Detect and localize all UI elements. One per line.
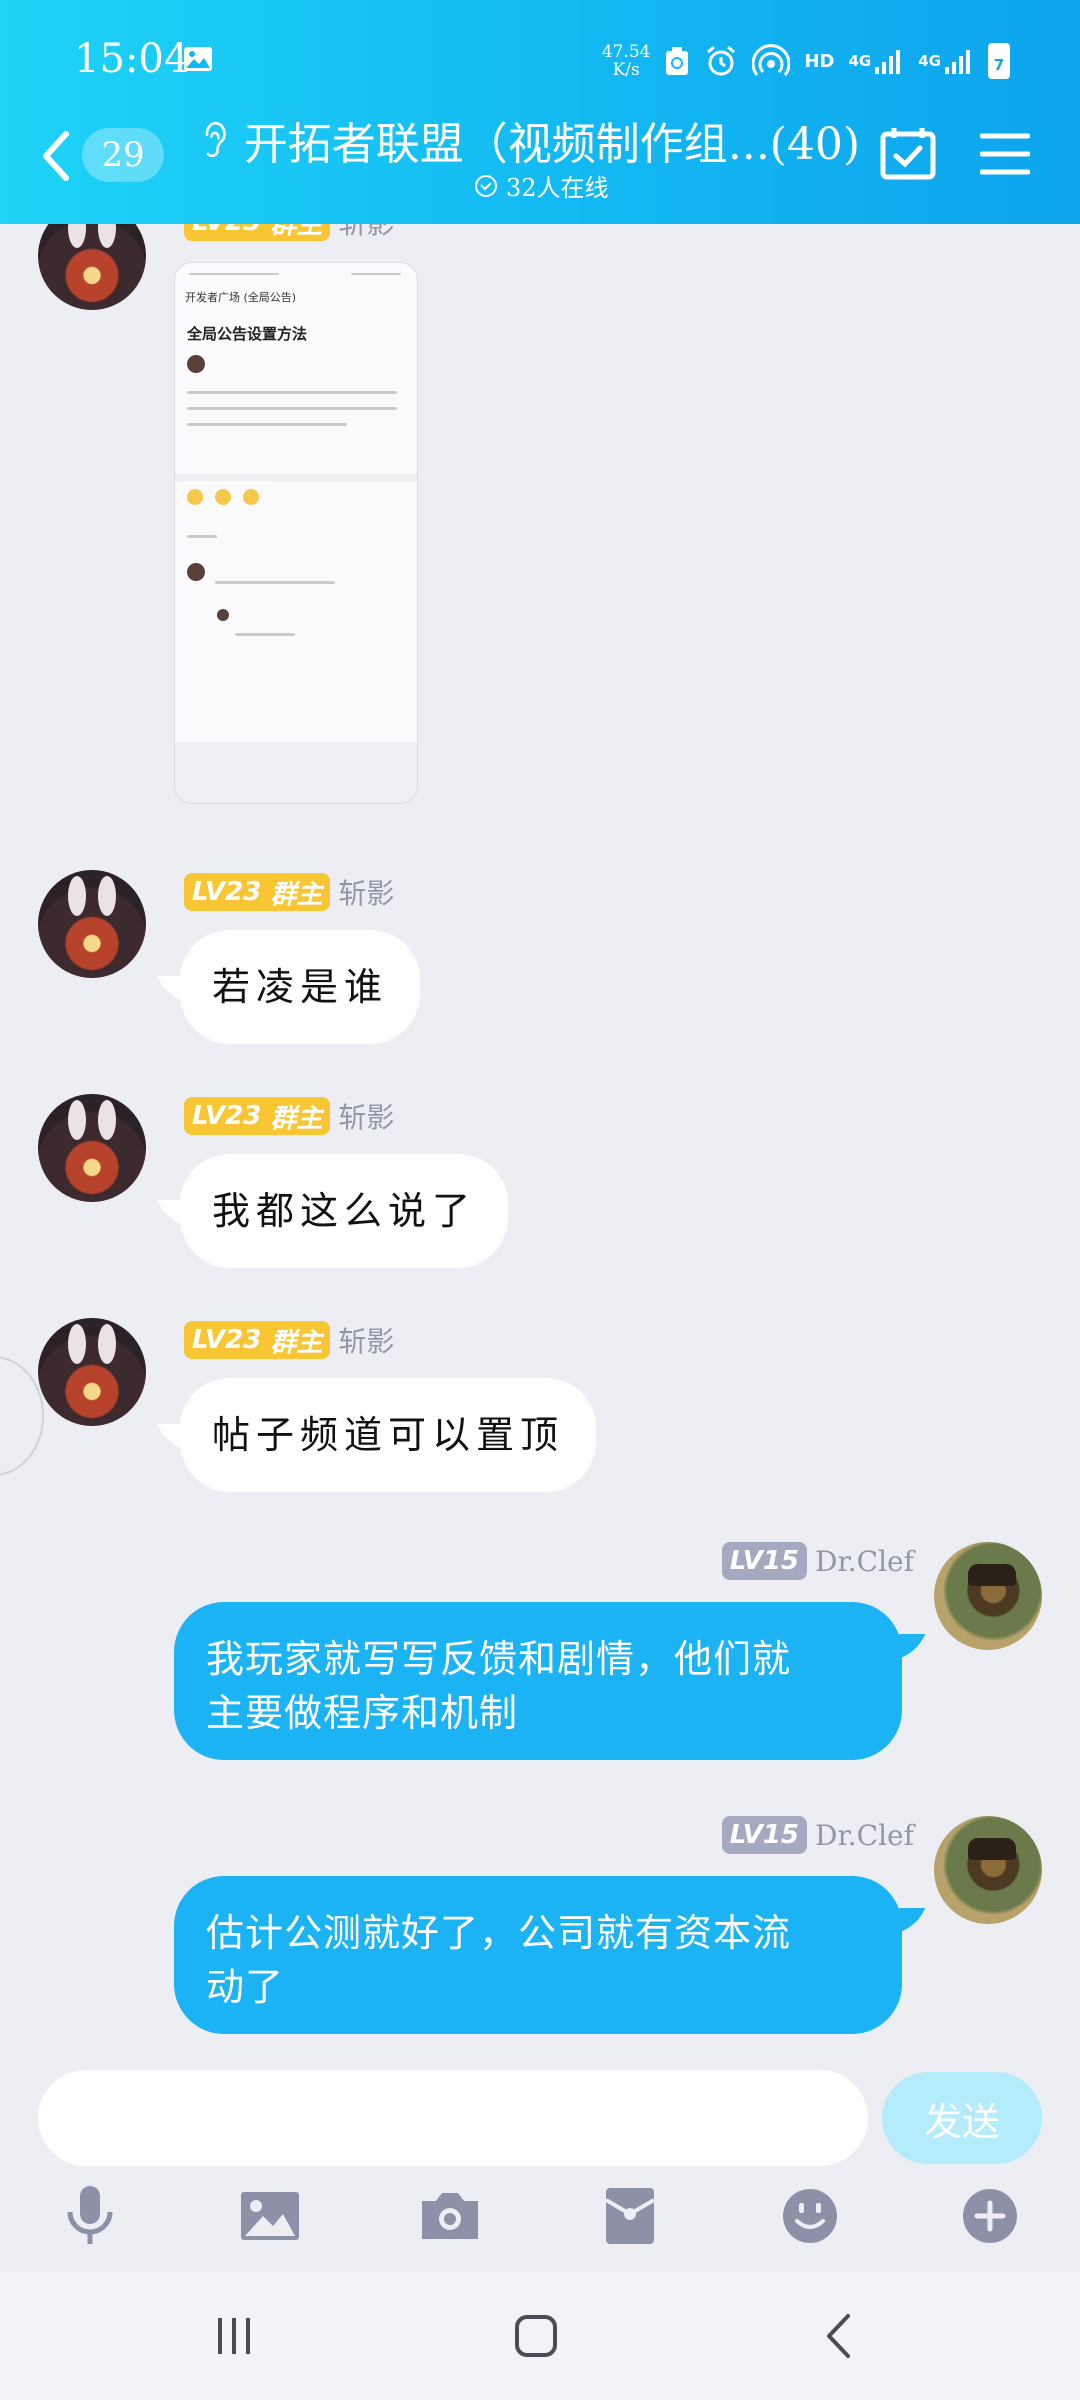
microphone-icon — [67, 2186, 113, 2244]
emoji-button[interactable] — [774, 2180, 846, 2252]
hotspot-icon — [752, 44, 791, 78]
message-image: LV23 群主 斩影 开发者广场 (全局公告) 全局公告设置方法 — [0, 224, 1080, 834]
sender-row: LV23 群主 斩影 — [184, 1320, 394, 1360]
more-button[interactable] — [954, 2180, 1026, 2252]
level-badge: LV23 群主 — [184, 224, 331, 241]
avatar[interactable] — [934, 1816, 1042, 1924]
hamburger-menu-icon — [979, 133, 1031, 175]
menu-button[interactable] — [979, 132, 1031, 180]
shot-title: 全局公告设置方法 — [187, 325, 308, 343]
avatar[interactable] — [934, 1542, 1042, 1650]
message-input[interactable] — [38, 2070, 868, 2166]
avatar[interactable] — [38, 1318, 146, 1426]
signal-icon-2: 4G — [918, 47, 974, 75]
avatar[interactable] — [38, 224, 146, 310]
plus-icon — [963, 2189, 1017, 2243]
status-time: 15:04 — [74, 36, 190, 82]
chevron-left-icon — [43, 131, 69, 181]
app-header: 15:04 47.54 K/s HD 4G 4G 7 29 开拓者联盟（视频制作… — [0, 0, 1080, 224]
shot-header: 开发者广场 (全局公告) — [185, 291, 297, 304]
photo-button[interactable] — [234, 2180, 306, 2252]
camera-button[interactable] — [414, 2180, 486, 2252]
battery-icon: 7 — [988, 43, 1010, 79]
emoji-icon — [783, 2189, 837, 2243]
status-bar: 15:04 47.54 K/s HD 4G 4G 7 — [0, 0, 1080, 110]
online-check-icon — [475, 174, 497, 197]
online-count: 32人在线 — [506, 174, 609, 202]
network-speed: 47.54 K/s — [601, 42, 651, 80]
voice-button[interactable] — [54, 2180, 126, 2252]
image-icon — [241, 2192, 299, 2240]
recent-apps-icon — [218, 2318, 250, 2354]
input-toolbar — [0, 2180, 1080, 2272]
camera-icon — [422, 2193, 478, 2239]
status-icons: 47.54 K/s HD 4G 4G 7 — [602, 36, 1010, 86]
alarm-icon — [704, 44, 738, 78]
system-nav-bar — [0, 2272, 1080, 2400]
sender-row: LV15 Dr.Clef — [721, 1542, 914, 1580]
recycle-icon — [664, 45, 690, 77]
chat-title: 开拓者联盟（视频制作组...(40) — [243, 119, 860, 170]
back-button[interactable]: 29 — [40, 124, 166, 188]
online-status: 32人在线 — [474, 168, 609, 203]
recent-apps-button[interactable] — [164, 2272, 304, 2400]
avatar[interactable] — [38, 870, 146, 978]
sender-name[interactable]: Dr.Clef — [815, 1819, 914, 1852]
sender-row: LV15 Dr.Clef — [721, 1816, 914, 1854]
sender-name[interactable]: 斩影 — [338, 1096, 394, 1136]
level-badge: LV23 群主 — [184, 873, 331, 911]
calendar-button[interactable] — [880, 126, 936, 184]
unread-count-badge: 29 — [82, 128, 164, 182]
level-badge: LV15 — [721, 1816, 808, 1854]
message-bubble[interactable]: 我都这么说了 — [180, 1154, 509, 1268]
sender-row: LV23 群主 斩影 — [184, 872, 394, 912]
chat-message-list[interactable]: LV23 群主 斩影 开发者广场 (全局公告) 全局公告设置方法 — [0, 224, 1080, 2066]
nav-back-button[interactable] — [768, 2272, 908, 2400]
sender-name[interactable]: Dr.Clef — [815, 1545, 914, 1578]
avatar[interactable] — [38, 1094, 146, 1202]
chat-title-row[interactable]: 开拓者联盟（视频制作组...(40) — [200, 108, 860, 172]
message-bubble[interactable]: 我玩家就写写反馈和剧情，他们就 主要做程序和机制 — [174, 1602, 902, 1760]
message-bubble[interactable]: 若凌是谁 — [180, 930, 421, 1044]
signal-icon-1: 4G — [849, 47, 905, 75]
ear-icon — [205, 121, 226, 158]
send-button[interactable]: 发送 — [882, 2072, 1042, 2164]
back-icon — [827, 2314, 850, 2358]
calendar-check-icon — [880, 128, 936, 180]
home-button[interactable] — [466, 2272, 606, 2400]
sender-name[interactable]: 斩影 — [338, 1320, 394, 1360]
sender-row: LV23 群主 斩影 — [184, 1096, 394, 1136]
home-icon — [515, 2315, 557, 2357]
message-bubble[interactable]: 帖子频道可以置顶 — [180, 1378, 597, 1492]
sender-name[interactable]: 斩影 — [338, 224, 394, 242]
gallery-notification-icon — [183, 46, 213, 76]
sender-name[interactable]: 斩影 — [338, 872, 394, 912]
level-badge: LV23 群主 — [184, 1097, 331, 1135]
red-packet-button[interactable] — [594, 2180, 666, 2252]
hd-label: HD — [804, 50, 835, 72]
shared-screenshot[interactable]: 开发者广场 (全局公告) 全局公告设置方法 — [174, 262, 418, 804]
red-packet-icon — [604, 2188, 656, 2244]
level-badge: LV23 群主 — [184, 1321, 331, 1359]
message-bubble[interactable]: 估计公测就好了，公司就有资本流 动了 — [174, 1876, 902, 2034]
level-badge: LV15 — [721, 1542, 808, 1580]
sender-row: LV23 群主 斩影 — [184, 224, 394, 242]
